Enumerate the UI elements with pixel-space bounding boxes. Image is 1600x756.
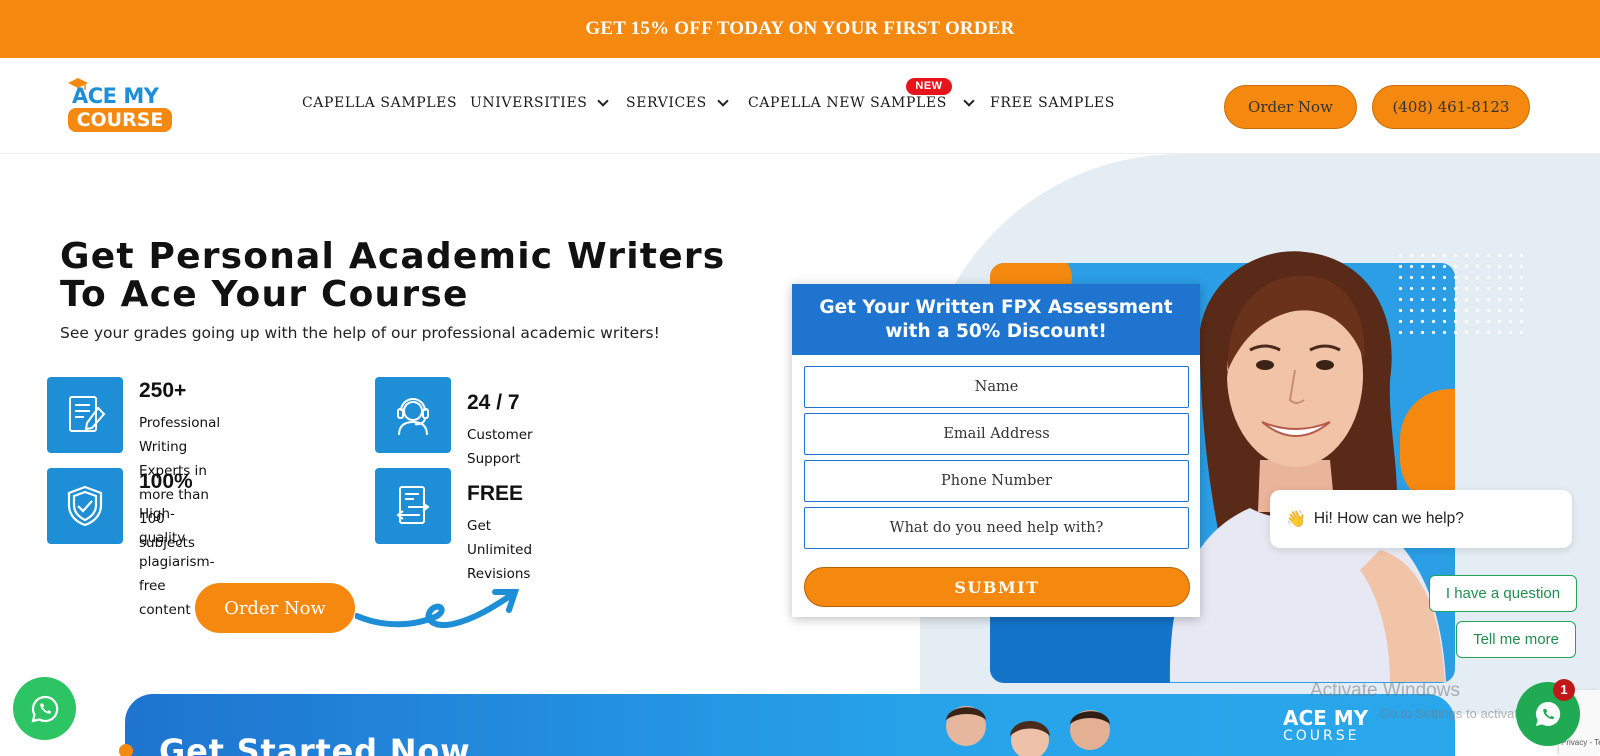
chat-greeting-text: Hi! How can we help? xyxy=(1313,510,1464,527)
promo-text: GET 15% OFF TODAY ON YOUR FIRST ORDER xyxy=(585,18,1015,39)
new-badge: NEW xyxy=(906,78,952,95)
logo-text-bottom: COURSE xyxy=(68,108,172,132)
submit-button[interactable]: SUBMIT xyxy=(804,567,1190,607)
email-input[interactable] xyxy=(804,413,1189,455)
promo-bar[interactable]: GET 15% OFF TODAY ON YOUR FIRST ORDER xyxy=(0,0,1600,58)
whatsapp-icon xyxy=(1535,701,1561,726)
feature-number: 24 / 7 xyxy=(467,391,520,414)
hero-title-line2: To Ace Your Course xyxy=(60,274,469,315)
unread-badge: 1 xyxy=(1553,679,1575,701)
phone-input[interactable] xyxy=(804,460,1189,502)
nav-item-capella-new-samples[interactable]: CAPELLA NEW SAMPLES xyxy=(748,95,975,111)
whatsapp-icon xyxy=(31,695,58,722)
feature-number: 250+ xyxy=(139,379,187,402)
chat-option-question[interactable]: I have a question xyxy=(1429,575,1577,612)
document-pen-icon xyxy=(47,377,123,453)
header-order-button[interactable]: Order Now xyxy=(1224,85,1357,129)
logo-text-top: ACE MY xyxy=(72,84,159,108)
header-phone-button[interactable]: (408) 461-8123 xyxy=(1372,85,1530,129)
hero-title: Get Personal Academic Writers To Ace You… xyxy=(60,238,740,314)
nav-label: CAPELLA SAMPLES xyxy=(302,95,458,111)
team-photo-image xyxy=(946,706,1110,756)
nav-label: CAPELLA NEW SAMPLES xyxy=(748,95,947,111)
chevron-down-icon xyxy=(963,95,975,107)
banner-logo: ACE MY COURSE xyxy=(1283,706,1369,744)
chevron-down-icon xyxy=(597,95,610,107)
banner-title: Get Started Now xyxy=(159,732,471,756)
revision-document-icon xyxy=(375,468,451,544)
hero-order-button[interactable]: Order Now xyxy=(195,583,355,633)
nav-label: UNIVERSITIES xyxy=(470,95,588,111)
feature-number: 100% xyxy=(139,470,193,493)
headset-support-icon xyxy=(375,377,451,453)
decor-dot xyxy=(119,744,133,756)
nav-item-free-samples[interactable]: FREE SAMPLES xyxy=(990,95,1115,111)
feature-text: Get Unlimited Revisions xyxy=(467,518,533,582)
discount-form: Get Your Written FPX Assessment with a 5… xyxy=(792,284,1200,617)
feature-number: FREE xyxy=(467,482,524,505)
arrow-swirl-icon xyxy=(355,589,520,628)
name-input[interactable] xyxy=(804,366,1189,408)
activation-watermark: Activate Windows xyxy=(1310,680,1460,701)
chat-greeting-bubble[interactable]: 👋 Hi! How can we help? xyxy=(1270,490,1572,548)
feature-text: Customer Support xyxy=(467,427,533,467)
get-started-banner: Get Started Now ACE MY COURSE xyxy=(125,694,1455,756)
nav-item-services[interactable]: SERVICES xyxy=(626,95,729,111)
waving-hand-icon: 👋 xyxy=(1286,511,1306,528)
nav-label: SERVICES xyxy=(626,95,707,111)
hero-subtitle: See your grades going up with the help o… xyxy=(60,324,660,342)
logo[interactable]: ACE MY COURSE xyxy=(68,78,172,134)
chat-option-tell-more[interactable]: Tell me more xyxy=(1456,621,1576,658)
nav-label: FREE SAMPLES xyxy=(990,95,1115,111)
form-title: Get Your Written FPX Assessment with a 5… xyxy=(819,296,1173,342)
form-header: Get Your Written FPX Assessment with a 5… xyxy=(792,284,1200,355)
nav-item-universities[interactable]: UNIVERSITIES xyxy=(470,95,610,111)
shield-check-icon xyxy=(47,468,123,544)
hero-title-line1: Get Personal Academic Writers xyxy=(60,236,726,277)
whatsapp-button[interactable] xyxy=(13,677,76,740)
nav-item-capella-samples[interactable]: CAPELLA SAMPLES xyxy=(302,95,457,111)
help-input[interactable] xyxy=(804,507,1189,549)
chevron-down-icon xyxy=(717,95,729,107)
site-header: ACE MY COURSE CAPELLA SAMPLES UNIVERSITI… xyxy=(0,58,1600,154)
